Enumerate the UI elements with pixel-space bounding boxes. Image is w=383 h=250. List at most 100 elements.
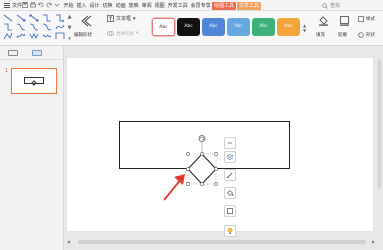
tab-slideshow[interactable]: 放映: [127, 2, 140, 10]
style-preset-orange[interactable]: Abc: [277, 18, 300, 36]
smart-tips-button[interactable]: [224, 225, 236, 237]
scribble-shape-button[interactable]: [15, 32, 27, 40]
arrow-line-icon: [16, 14, 26, 22]
resize-handle-bottom[interactable]: [200, 182, 204, 186]
polyline-shape-button[interactable]: [54, 32, 66, 40]
tab-text-tools[interactable]: 文本工具: [237, 1, 262, 10]
panel-view-tabs: [8, 50, 42, 56]
pen-icon: [226, 172, 233, 179]
curve-shape-button[interactable]: [54, 23, 66, 31]
shape-outline-quick-button[interactable]: [224, 169, 236, 181]
wave-shape-button[interactable]: [41, 32, 53, 40]
shape-effect-icon: [358, 32, 364, 38]
undo-icon[interactable]: [38, 2, 44, 8]
curve-arrow-button[interactable]: [28, 23, 40, 31]
shape-gallery: [2, 14, 66, 42]
elbow-double-arrow-button[interactable]: [2, 23, 14, 31]
edit-shape-button[interactable]: 编辑形状: [74, 14, 100, 43]
gallery-more-icon[interactable]: ▾: [68, 36, 71, 42]
scroll-right-icon[interactable]: ▶: [372, 239, 375, 244]
tab-transition[interactable]: 切换: [101, 2, 114, 10]
resize-handle-top-right[interactable]: [214, 152, 218, 156]
slides-view-icon[interactable]: [32, 50, 42, 56]
redo-icon[interactable]: [46, 2, 52, 8]
tab-review[interactable]: 审阅: [140, 2, 153, 10]
shape-fill-quick-button[interactable]: [224, 187, 236, 199]
tab-design[interactable]: 设计: [88, 2, 101, 10]
search-icon: [322, 2, 328, 9]
resize-handle-bottom-right[interactable]: [214, 182, 218, 186]
style-preset-outline[interactable]: Abc: [152, 18, 175, 36]
curve-double-arrow-button[interactable]: [41, 23, 53, 31]
floating-shape-toolbar: [224, 137, 236, 239]
search-box[interactable]: 查找: [322, 1, 380, 10]
curve-double-arrow-icon: [42, 23, 52, 31]
textbox-dropdown-icon: ▾: [133, 15, 136, 22]
outline-icon: [340, 16, 349, 26]
tab-animation[interactable]: 动画: [114, 2, 127, 10]
search-label: 查找: [330, 3, 341, 9]
shape-gallery-scroll: ▲ ▼ ▾: [67, 14, 72, 42]
style-preset-blue[interactable]: Abc: [202, 18, 225, 36]
merge-shape-icon: [107, 30, 114, 37]
vertical-scrollbar[interactable]: [377, 58, 382, 190]
style-down-icon[interactable]: ▼: [303, 28, 306, 33]
gallery-up-icon[interactable]: ▲: [68, 14, 72, 20]
collapse-toolbar-button[interactable]: [224, 137, 236, 149]
annotation-arrow: [163, 174, 185, 201]
line-shape-button[interactable]: [2, 14, 14, 22]
tab-insert[interactable]: 插入: [75, 2, 88, 10]
scroll-left-icon[interactable]: ◀: [67, 239, 70, 244]
tab-view[interactable]: 视图: [153, 2, 166, 10]
style-preset-black[interactable]: Abc: [177, 18, 200, 36]
textbox-button[interactable]: 文本框 ▾: [107, 15, 136, 22]
zigzag-shape-button[interactable]: [28, 32, 40, 40]
horizontal-scroll-thumb[interactable]: [78, 240, 366, 244]
edit-shape-icon: [81, 15, 92, 27]
rotate-handle[interactable]: [198, 135, 206, 142]
elbow-connector-button[interactable]: [41, 14, 53, 22]
shape-effect-button[interactable]: 形状: [358, 31, 383, 39]
diamond-shape[interactable]: [187, 153, 217, 185]
style-label: 样式: [366, 17, 375, 22]
tab-developer[interactable]: 开发工具: [166, 2, 189, 10]
style-preset-light-blue[interactable]: Abc: [227, 18, 250, 36]
file-menu-label: 文件: [12, 3, 23, 9]
outline-view-icon[interactable]: [8, 50, 18, 56]
double-arrow-shape-button[interactable]: [28, 14, 40, 22]
tab-member[interactable]: 会员专享: [189, 2, 212, 10]
horizontal-scrollbar[interactable]: ◀ ▶: [64, 239, 383, 245]
freeform-shape-button[interactable]: [2, 32, 14, 40]
slide-thumbnail[interactable]: [11, 68, 57, 94]
resize-handle-top-left[interactable]: [186, 152, 190, 156]
vertical-scroll-thumb[interactable]: [378, 60, 381, 188]
layer-order-button[interactable]: [224, 151, 236, 163]
gallery-down-icon[interactable]: ▼: [68, 25, 72, 31]
zigzag-icon: [29, 33, 39, 39]
fill-button[interactable]: 填充: [314, 15, 334, 42]
quick-access-dropdown-icon[interactable]: [54, 2, 60, 8]
file-menu-button[interactable]: 文件: [2, 1, 24, 10]
arrow-line-shape-button[interactable]: [15, 14, 27, 22]
tab-drawing-tools[interactable]: 绘图工具: [212, 1, 237, 10]
ribbon-tabs: 开始 插入 设计 切换 动画 放映 审阅 视图 开发工具 会员专享 绘图工具 文…: [62, 0, 262, 11]
style-preset-green[interactable]: Abc: [252, 18, 275, 36]
save-icon[interactable]: [22, 2, 28, 8]
print-icon[interactable]: [30, 2, 36, 8]
wave-icon: [42, 34, 52, 38]
shape-effect-quick-button[interactable]: [224, 205, 236, 217]
style-button[interactable]: 样式: [358, 15, 383, 23]
style-gallery-scroll[interactable]: ▲ ▼: [302, 16, 307, 40]
lightbulb-icon: [227, 227, 233, 234]
resize-handle-right[interactable]: [214, 167, 218, 171]
format-options: 样式 形状: [358, 15, 383, 42]
resize-handle-top[interactable]: [200, 152, 204, 156]
shape-effect-label: 形状: [366, 33, 375, 38]
outline-button[interactable]: 轮廓: [336, 15, 356, 42]
tab-home[interactable]: 开始: [62, 2, 75, 10]
slide-thumbnail-panel: 1: [0, 46, 64, 250]
textbox-label: 文本框: [116, 16, 132, 22]
curve-connector-button[interactable]: [15, 23, 27, 31]
elbow-arrow-button[interactable]: [54, 14, 66, 22]
textbox-icon: [107, 15, 114, 22]
